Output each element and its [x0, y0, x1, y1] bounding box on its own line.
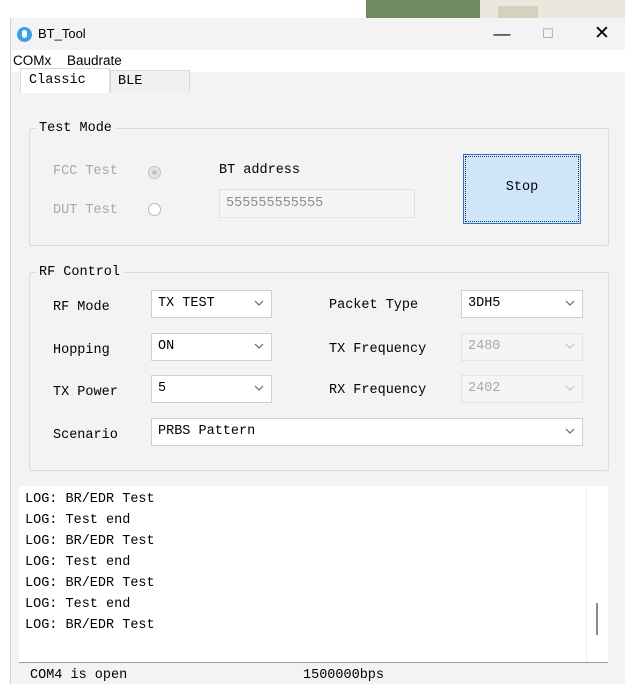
rx-frequency-label: RX Frequency	[329, 383, 427, 398]
tx-frequency-dropdown[interactable]: 2480	[461, 333, 583, 361]
bt-address-label: BT address	[219, 163, 301, 178]
tx-power-label: TX Power	[53, 385, 118, 400]
tx-frequency-value: 2480	[468, 339, 501, 354]
chevron-down-icon	[565, 300, 575, 306]
tx-power-value: 5	[158, 381, 167, 396]
log-line: LOG: Test end	[25, 513, 131, 528]
log-line: LOG: BR/EDR Test	[25, 576, 155, 591]
menu-baudrate[interactable]: Baudrate	[67, 53, 122, 68]
tx-frequency-label: TX Frequency	[329, 342, 427, 357]
rx-frequency-dropdown[interactable]: 2402	[461, 375, 583, 403]
maximize-button[interactable]: ☐	[525, 18, 571, 50]
dut-test-label: DUT Test	[53, 203, 118, 218]
log-line: LOG: BR/EDR Test	[25, 534, 155, 549]
status-separator	[19, 662, 608, 663]
fcc-test-radio[interactable]	[148, 166, 161, 179]
stop-button[interactable]: Stop	[463, 154, 581, 224]
rf-control-title: RF Control	[36, 265, 124, 280]
menu-comx[interactable]: COMx	[13, 53, 51, 68]
stop-button-label: Stop	[505, 180, 539, 195]
desktop-background	[366, 0, 480, 18]
chevron-down-icon	[254, 343, 264, 349]
hopping-dropdown[interactable]: ON	[151, 333, 272, 361]
log-line: LOG: Test end	[25, 555, 131, 570]
tx-power-dropdown[interactable]: 5	[151, 375, 272, 403]
chevron-down-icon	[565, 428, 575, 434]
rf-mode-value: TX TEST	[158, 296, 215, 311]
bt-address-field[interactable]: 555555555555	[219, 189, 415, 218]
tab-classic-label: Classic	[29, 73, 86, 88]
packet-type-label: Packet Type	[329, 298, 419, 313]
hopping-label: Hopping	[53, 343, 110, 358]
rx-frequency-value: 2402	[468, 381, 501, 396]
scenario-value: PRBS Pattern	[158, 424, 256, 439]
packet-type-dropdown[interactable]: 3DH5	[461, 290, 583, 318]
chevron-down-icon	[565, 385, 575, 391]
test-mode-title: Test Mode	[36, 121, 115, 136]
chevron-down-icon	[565, 343, 575, 349]
app-icon	[17, 27, 32, 42]
dut-test-radio[interactable]	[148, 203, 161, 216]
tab-ble-label: BLE	[118, 74, 143, 89]
scenario-label: Scenario	[53, 428, 118, 443]
chevron-down-icon	[254, 385, 264, 391]
log-line: LOG: Test end	[25, 597, 131, 612]
tab-ble[interactable]: BLE	[110, 70, 190, 92]
window-title: BT_Tool	[38, 26, 86, 41]
desktop-background	[498, 6, 538, 18]
close-button[interactable]: ✕	[579, 18, 625, 50]
hopping-value: ON	[158, 339, 175, 354]
log-line: LOG: BR/EDR Test	[25, 492, 155, 507]
scrollbar-thumb[interactable]	[596, 603, 598, 635]
minimize-button[interactable]: —	[479, 18, 525, 50]
rf-mode-label: RF Mode	[53, 300, 110, 315]
status-baud: 1500000bps	[303, 668, 385, 683]
log-line: LOG: BR/EDR Test	[25, 618, 155, 633]
log-scrollbar[interactable]	[586, 486, 608, 662]
status-port: COM4 is open	[30, 668, 128, 683]
chevron-down-icon	[254, 300, 264, 306]
tab-classic[interactable]: Classic	[20, 68, 110, 93]
scenario-dropdown[interactable]: PRBS Pattern	[151, 418, 583, 446]
packet-type-value: 3DH5	[468, 296, 501, 311]
log-output[interactable]: LOG: BR/EDR Test LOG: Test end LOG: BR/E…	[19, 486, 608, 662]
title-bar[interactable]: BT_Tool — ☐ ✕	[11, 18, 625, 50]
rf-mode-dropdown[interactable]: TX TEST	[151, 290, 272, 318]
fcc-test-label: FCC Test	[53, 164, 118, 179]
